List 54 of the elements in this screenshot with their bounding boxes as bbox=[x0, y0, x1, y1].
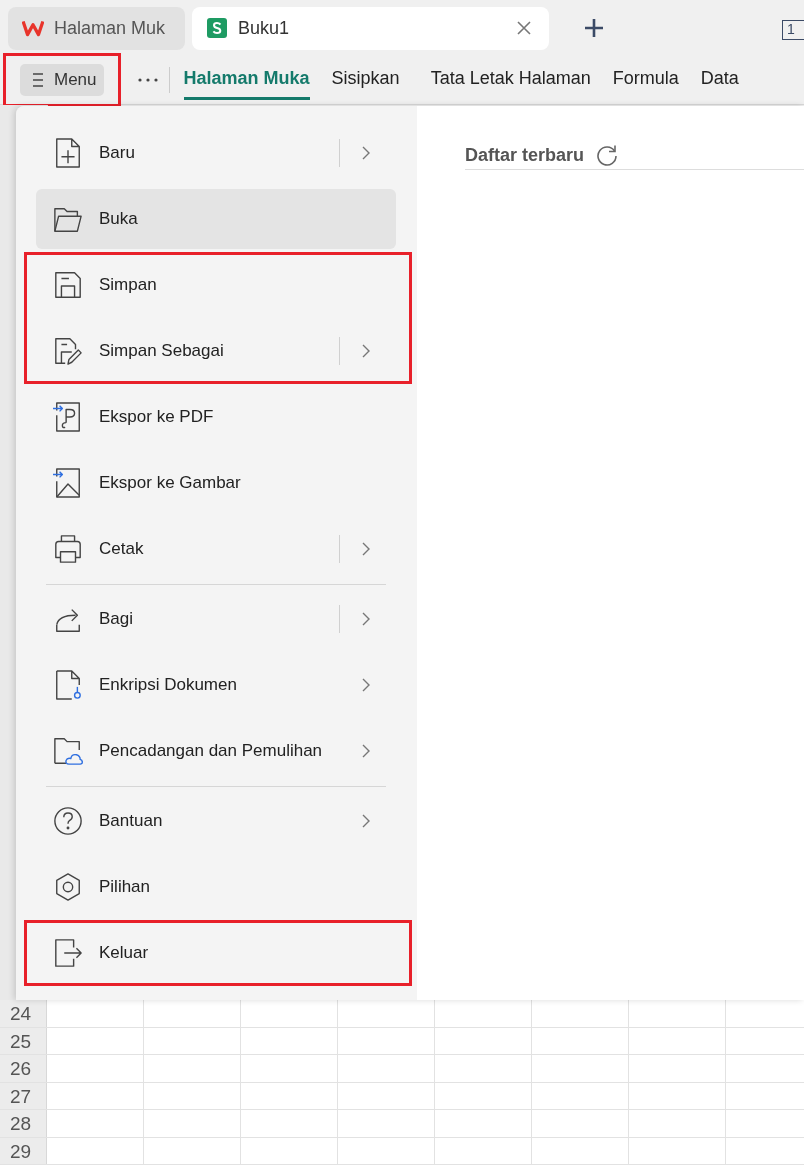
spreadsheet-logo-icon bbox=[206, 18, 228, 38]
new-tab-icon[interactable] bbox=[585, 19, 603, 37]
menu-item[interactable]: Bagi bbox=[33, 586, 399, 652]
menu-item[interactable]: Simpan Sebagai bbox=[33, 318, 399, 384]
exit-icon bbox=[53, 938, 83, 968]
row-number[interactable]: 26 bbox=[0, 1055, 47, 1082]
browser-tab[interactable]: Buku1 bbox=[192, 6, 549, 50]
settings-icon bbox=[53, 872, 83, 902]
lock-file-icon bbox=[53, 670, 83, 700]
menu-item[interactable]: Ekspor ke PDF bbox=[33, 384, 399, 450]
chevron-right-icon[interactable] bbox=[362, 146, 370, 160]
row-number[interactable]: 25 bbox=[0, 1027, 47, 1054]
save-as-icon bbox=[53, 336, 83, 366]
menu-item[interactable]: Baru bbox=[33, 120, 399, 186]
cloud-folder-icon bbox=[53, 736, 83, 766]
chevron-right-icon[interactable] bbox=[362, 612, 370, 626]
row-number[interactable]: 24 bbox=[0, 1000, 47, 1027]
menu-item[interactable]: Enkripsi Dokumen bbox=[33, 652, 399, 718]
menu-item[interactable]: Pilihan bbox=[33, 854, 399, 920]
menu-item[interactable]: Simpan bbox=[33, 252, 399, 318]
save-icon bbox=[53, 270, 83, 300]
chevron-right-icon[interactable] bbox=[362, 814, 370, 828]
close-icon[interactable] bbox=[517, 21, 531, 35]
menu-item[interactable]: Ekspor ke Gambar bbox=[33, 450, 399, 516]
row-number[interactable]: 28 bbox=[0, 1110, 47, 1137]
window-counter[interactable]: 1 bbox=[782, 20, 804, 40]
menu-item[interactable]: Pencadangan dan Pemulihan bbox=[33, 718, 399, 784]
chevron-right-icon[interactable] bbox=[362, 744, 370, 758]
menu-item[interactable]: Cetak bbox=[33, 516, 399, 582]
ribbon-tab[interactable]: Data bbox=[700, 60, 739, 100]
menu-item[interactable]: Bantuan bbox=[33, 788, 399, 854]
new-file-icon bbox=[53, 138, 83, 168]
ribbon-tab[interactable]: Tata Letak Halaman bbox=[430, 60, 591, 100]
chevron-right-icon[interactable] bbox=[362, 678, 370, 692]
recent-list-title: Daftar terbaru bbox=[465, 144, 585, 166]
menu-button[interactable]: Menu bbox=[20, 64, 104, 96]
ribbon-tab[interactable]: Halaman Muka bbox=[183, 60, 310, 100]
menu-item[interactable]: Buka bbox=[33, 186, 399, 252]
help-icon bbox=[53, 806, 83, 836]
refresh-icon[interactable] bbox=[596, 144, 619, 166]
row-number[interactable]: 29 bbox=[0, 1137, 47, 1164]
browser-tab[interactable]: Halaman Muk bbox=[8, 6, 185, 50]
menu-icon bbox=[32, 72, 44, 88]
row-number[interactable]: 27 bbox=[0, 1082, 47, 1109]
menu-item[interactable]: Keluar bbox=[33, 920, 399, 986]
printer-icon bbox=[53, 534, 83, 564]
chevron-right-icon[interactable] bbox=[362, 542, 370, 556]
pdf-export-icon bbox=[53, 402, 83, 432]
ribbon-tab[interactable]: Formula bbox=[612, 60, 679, 100]
ribbon-tab[interactable]: Sisipkan bbox=[331, 60, 400, 100]
image-export-icon bbox=[53, 468, 83, 498]
chevron-right-icon[interactable] bbox=[362, 344, 370, 358]
w-logo-icon bbox=[22, 18, 44, 38]
more-icon[interactable] bbox=[137, 78, 158, 82]
